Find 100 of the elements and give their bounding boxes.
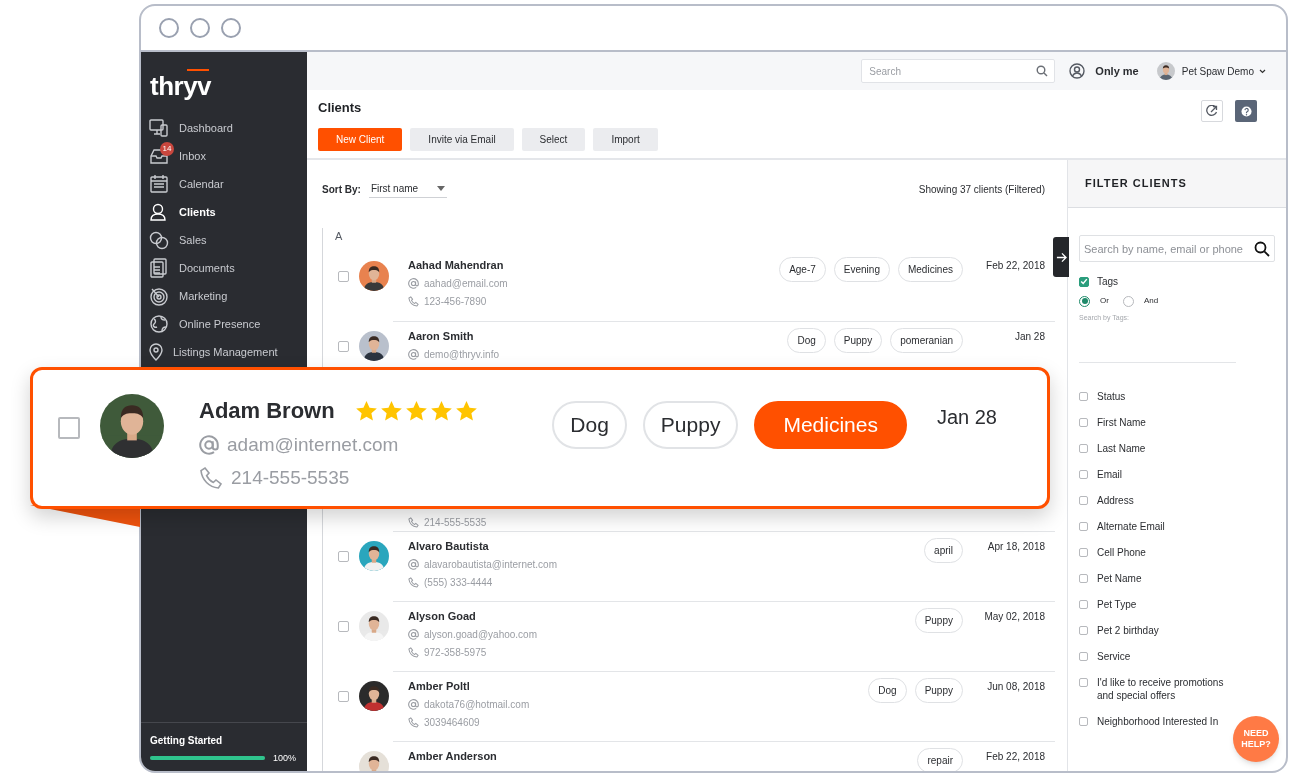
search-field[interactable]: Search by name, email or phone	[1079, 235, 1275, 262]
star-icon	[429, 399, 453, 422]
section-letter: A	[335, 229, 343, 244]
panel-title: FILTER CLIENTS	[1085, 176, 1187, 192]
checkbox[interactable]	[338, 270, 349, 282]
contact-phone: 972-358-5975	[408, 645, 915, 660]
checkbox-label: Tags	[1097, 275, 1119, 289]
contact-name: Aahad Mahendran	[408, 257, 505, 273]
caret-icon	[1259, 68, 1266, 74]
toolbar-button[interactable]: Select	[521, 127, 586, 151]
search-field[interactable]: Search	[861, 59, 1056, 83]
document-icon	[149, 258, 169, 278]
contact-date: Feb 22, 2018	[985, 258, 1045, 273]
search-icon	[1036, 65, 1049, 77]
checkbox-label: Service	[1097, 649, 1132, 663]
checkbox-label: Cell Phone	[1097, 545, 1147, 559]
checkbox[interactable]	[1079, 547, 1088, 557]
contact-date: Apr 18, 2018	[986, 539, 1045, 554]
sidebar-item[interactable]: Sales	[141, 226, 307, 254]
phone-icon	[408, 296, 419, 307]
checkbox[interactable]	[338, 550, 349, 562]
contact-name: Amber Anderson	[408, 748, 498, 764]
checkbox[interactable]	[338, 620, 349, 632]
page-title: Clients	[318, 99, 363, 117]
phone-icon	[408, 577, 419, 588]
export-button[interactable]	[1201, 100, 1223, 122]
arrow-icon	[1055, 251, 1067, 263]
contact-email: adam@internet.com	[199, 431, 478, 460]
toolbar-button[interactable]: Import	[593, 127, 658, 151]
checkbox[interactable]	[1079, 521, 1088, 531]
at-sign-icon	[408, 699, 419, 710]
progress-reading: 100%	[273, 751, 297, 765]
at-sign-icon	[199, 435, 219, 456]
checkbox[interactable]	[338, 690, 349, 702]
checkbox-label: Last Name	[1097, 441, 1147, 455]
contact-email: demo@thryv.info	[408, 347, 788, 362]
checkbox[interactable]	[58, 417, 80, 439]
checkbox[interactable]	[1079, 417, 1088, 427]
logo: thryv	[150, 67, 212, 103]
checkbox-label: Pet Type	[1097, 597, 1138, 611]
checkbox[interactable]	[1079, 391, 1088, 401]
checkbox[interactable]	[1079, 495, 1088, 505]
help-button[interactable]	[1235, 100, 1257, 122]
window-control[interactable]	[159, 18, 179, 38]
at-sign-icon	[408, 559, 419, 570]
checkbox-label: Email	[1097, 467, 1123, 481]
globe-icon	[149, 314, 169, 334]
checkbox-label: Pet Name	[1097, 571, 1143, 585]
phone-icon	[408, 647, 419, 658]
contact-phone: (555) 333-4444	[408, 575, 925, 590]
client-count: Showing 37 clients (Filtered)	[918, 182, 1045, 197]
checkbox-label: Neighborhood Interested In	[1097, 714, 1220, 728]
caret-icon	[436, 186, 445, 191]
contact-name: Alyson Goad	[408, 608, 477, 624]
checkbox-label: Alternate Email	[1097, 519, 1166, 533]
sidebar-item[interactable]: Online Presence	[141, 310, 307, 338]
checkbox[interactable]	[1079, 469, 1088, 479]
radio-label: And	[1143, 295, 1159, 307]
sort-dropdown[interactable]: First name	[368, 180, 447, 198]
checkbox[interactable]	[1079, 651, 1088, 661]
checkbox[interactable]	[338, 340, 349, 352]
contact-phone: 123-456-7890	[408, 294, 780, 309]
coins-icon	[149, 230, 169, 250]
collapse-panel-button[interactable]	[1053, 237, 1069, 277]
sidebar-item[interactable]: Marketing	[141, 282, 307, 310]
checkbox[interactable]	[1079, 625, 1088, 635]
checkbox[interactable]	[1079, 276, 1089, 287]
search-icon	[1254, 240, 1270, 257]
contact-date: Jun 08, 2018	[986, 679, 1045, 694]
account-menu[interactable]: Pet Spaw Demo	[1156, 62, 1266, 80]
checkbox[interactable]	[1079, 716, 1088, 726]
at-sign-icon	[408, 629, 419, 640]
sidebar-item[interactable]: Dashboard	[141, 114, 307, 142]
contact-email: aahad@email.com	[408, 276, 780, 291]
contact-name: Alvaro Bautista	[408, 538, 490, 554]
sidebar-item[interactable]: Listings Management	[141, 338, 307, 366]
question-icon	[1240, 105, 1252, 117]
sidebar-item[interactable]: 14 Inbox	[141, 142, 307, 170]
tag-chip[interactable]: Dog	[552, 401, 627, 449]
sidebar-item[interactable]: Documents	[141, 254, 307, 282]
tray-icon	[149, 146, 169, 166]
window-control[interactable]	[190, 18, 210, 38]
checkbox[interactable]	[1079, 599, 1088, 609]
window-control[interactable]	[221, 18, 241, 38]
checkbox-label: Pet 2 birthday	[1097, 623, 1160, 637]
checkbox-label: Status	[1097, 389, 1127, 403]
phone-icon	[199, 465, 223, 490]
user-icon	[149, 202, 169, 222]
target-icon	[149, 286, 169, 306]
checkbox[interactable]	[1079, 677, 1088, 687]
contact-name: Amber Poltl	[408, 678, 471, 694]
sidebar-item[interactable]: Clients	[141, 198, 307, 226]
contact-email: alyson.goad@yahoo.com	[408, 627, 915, 642]
checkbox-label: First Name	[1097, 415, 1147, 429]
tag-chip[interactable]: Puppy	[642, 401, 739, 449]
sidebar-item[interactable]: Calendar	[141, 170, 307, 198]
checkbox[interactable]	[1079, 573, 1088, 583]
pin-icon	[149, 343, 163, 361]
toolbar-button[interactable]: Invite via Email	[410, 127, 514, 151]
checkbox[interactable]	[1079, 443, 1088, 453]
